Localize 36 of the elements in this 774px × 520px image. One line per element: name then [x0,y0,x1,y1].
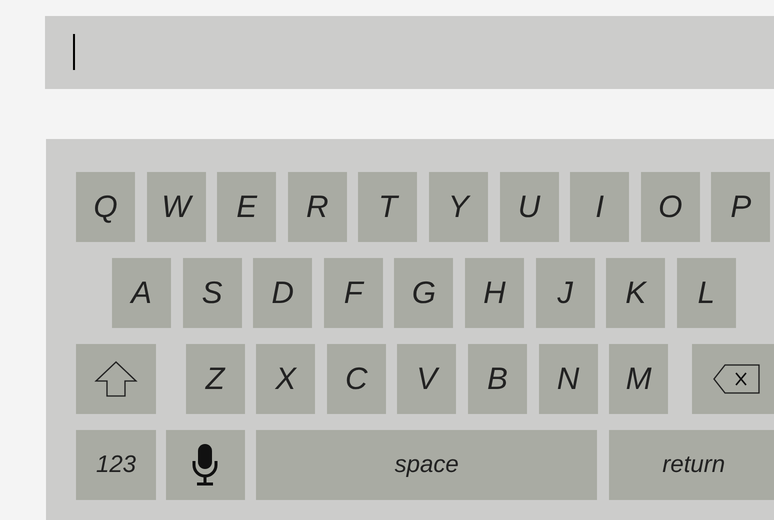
letter-key[interactable]: Z [186,344,245,414]
letter-key[interactable]: G [394,258,454,328]
space-key[interactable]: space [256,430,598,500]
shift-icon [94,361,138,397]
letter-key[interactable]: X [256,344,316,414]
letter-key[interactable]: E [217,172,276,242]
microphone-icon [191,443,220,487]
letter-key[interactable]: R [288,172,347,242]
shift-key[interactable] [76,344,156,414]
letter-key[interactable]: C [326,344,386,414]
letter-key[interactable]: A [112,258,171,328]
numbers-key[interactable]: 123 [76,430,156,500]
letter-key[interactable]: Y [428,172,488,242]
microphone-key[interactable] [166,430,245,500]
letter-key[interactable]: U [500,172,559,242]
letter-key[interactable]: F [324,258,383,328]
letter-key[interactable]: B [468,344,527,414]
letter-key[interactable]: D [253,258,312,328]
letter-key[interactable]: K [606,258,666,328]
letter-key[interactable]: Q [76,172,135,242]
letter-key[interactable]: M [609,344,668,414]
letter-key[interactable]: L [676,258,736,328]
letter-key[interactable]: J [536,258,595,328]
letter-key[interactable]: S [182,258,242,328]
letter-key[interactable]: V [397,344,456,414]
letter-key[interactable]: N [538,344,598,414]
letter-key[interactable]: W [146,172,206,242]
letter-key[interactable]: O [640,172,700,242]
letter-key[interactable]: I [570,172,630,242]
return-key[interactable]: return [608,430,774,500]
text-input-field[interactable] [45,16,774,89]
backspace-icon [712,364,761,394]
backspace-key[interactable] [692,344,774,414]
letter-key[interactable]: T [358,172,418,242]
letter-key[interactable]: P [711,172,770,242]
letter-key[interactable]: H [464,258,524,328]
